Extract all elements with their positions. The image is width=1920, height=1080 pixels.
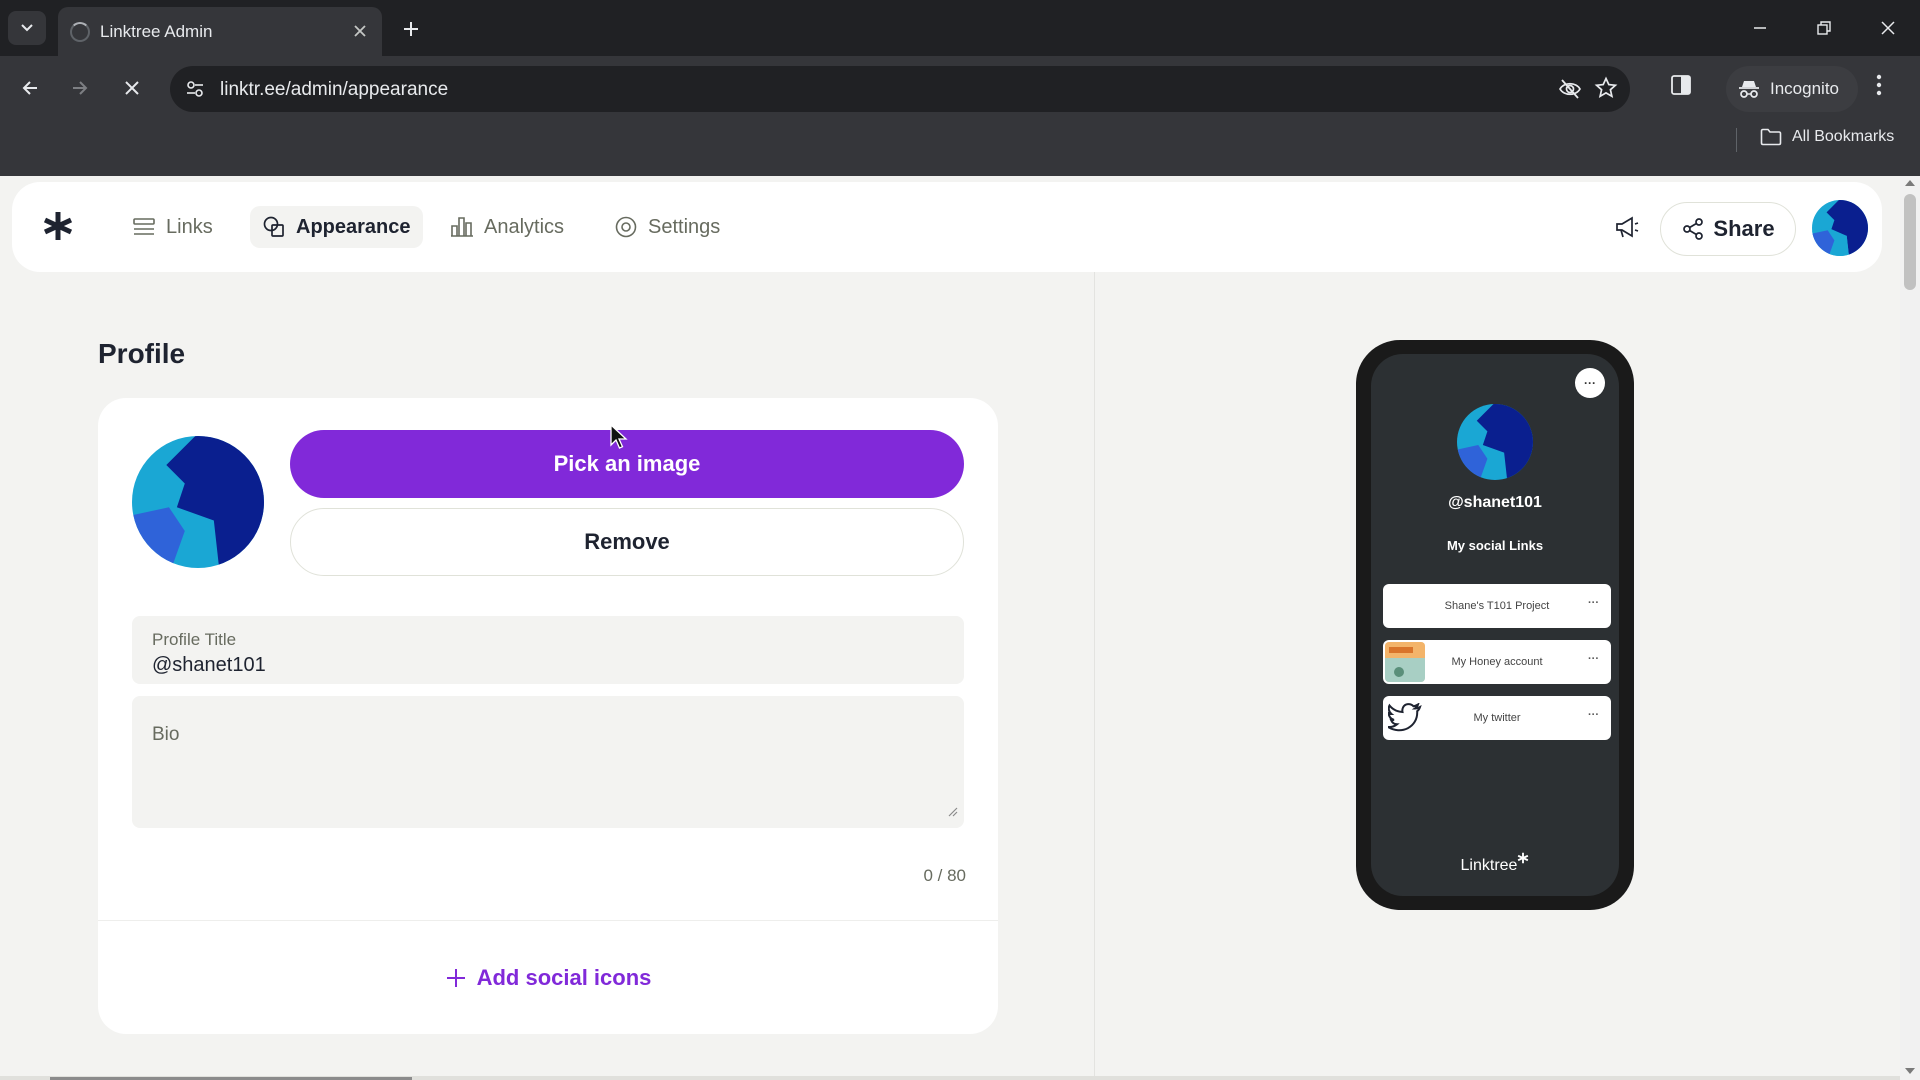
resize-grip-icon[interactable] — [946, 804, 958, 822]
megaphone-button[interactable] — [1610, 210, 1644, 244]
new-tab-button[interactable] — [396, 14, 426, 44]
preview-link-label: My twitter — [1473, 712, 1521, 724]
url-text[interactable]: linktr.ee/admin/appearance — [220, 79, 448, 101]
all-bookmarks-label: All Bookmarks — [1792, 128, 1895, 145]
preview-link-label: Shane's T101 Project — [1444, 600, 1550, 612]
nav-appearance-label: Appearance — [296, 215, 411, 238]
profile-title-value[interactable]: @shanet101 — [152, 654, 266, 677]
close-icon — [125, 81, 139, 95]
nav-settings-label: Settings — [648, 215, 721, 238]
bio-character-counter: 0 / 80 — [923, 866, 966, 885]
star-icon[interactable] — [1594, 76, 1618, 105]
preview-link-menu[interactable]: ··· — [1588, 709, 1599, 721]
eye-slash-icon[interactable] — [1558, 77, 1582, 106]
page-scrollbar[interactable] — [1900, 176, 1920, 1080]
tab-close-button[interactable] — [348, 19, 372, 43]
profile-title-field[interactable]: Profile Title @shanet101 — [132, 616, 964, 684]
preview-link[interactable]: Shane's T101 Project ··· — [1383, 584, 1611, 628]
nav-links[interactable]: Links — [120, 206, 225, 248]
preview-avatar — [1457, 404, 1533, 480]
incognito-badge[interactable]: Incognito — [1726, 66, 1858, 112]
profile-avatar — [132, 436, 264, 568]
preview-link-menu[interactable]: ··· — [1588, 653, 1599, 665]
preview-footer: Linktree — [1371, 852, 1619, 875]
admin-top-nav: Links Appearance Analytics Settings Shar… — [12, 182, 1882, 272]
all-bookmarks-button[interactable]: All Bookmarks — [1760, 128, 1894, 146]
nav-links-label: Links — [166, 215, 213, 238]
restore-button[interactable] — [1804, 10, 1844, 46]
chevron-down-icon — [21, 24, 33, 32]
megaphone-icon — [1616, 216, 1639, 238]
incognito-label: Incognito — [1770, 79, 1839, 98]
minimize-button[interactable] — [1740, 10, 1780, 46]
folder-icon — [1760, 128, 1782, 146]
bar-chart-icon — [451, 217, 473, 237]
browser-tab[interactable]: Linktree Admin — [58, 7, 382, 56]
phone-preview: ··· @shanet101 My social Links Shane's T… — [1356, 340, 1634, 910]
mouse-cursor-icon — [610, 423, 628, 455]
share-button[interactable]: Share — [1660, 202, 1796, 256]
arrow-left-icon — [22, 81, 37, 95]
card-divider — [98, 920, 998, 921]
arrow-right-icon — [73, 81, 88, 95]
close-window-button[interactable] — [1868, 10, 1908, 46]
site-settings-icon[interactable] — [182, 76, 208, 102]
preview-bio: My social Links — [1446, 538, 1544, 553]
nav-analytics[interactable]: Analytics — [438, 206, 576, 248]
browser-menu-icon[interactable] — [1876, 74, 1882, 101]
add-social-icons-button[interactable]: Add social icons — [98, 954, 998, 1002]
browser-tab-bar: Linktree Admin — [0, 0, 1920, 56]
bio-placeholder: Bio — [152, 724, 180, 745]
linktree-asterisk-icon — [1518, 852, 1529, 864]
share-icon — [1683, 218, 1704, 240]
address-bar[interactable]: linktr.ee/admin/appearance — [170, 66, 1630, 112]
plus-icon — [404, 22, 418, 36]
bio-textarea[interactable]: Bio — [132, 696, 964, 828]
scroll-thumb[interactable] — [1904, 194, 1916, 290]
preview-link[interactable]: My twitter ··· — [1383, 696, 1611, 740]
close-icon — [354, 25, 366, 37]
nav-settings[interactable]: Settings — [602, 206, 732, 248]
account-avatar[interactable] — [1812, 200, 1868, 256]
remove-image-button[interactable]: Remove — [290, 508, 964, 576]
linktree-wordmark: Linktree — [1460, 857, 1518, 874]
plus-icon — [446, 969, 465, 987]
side-panel-icon[interactable] — [1670, 74, 1692, 101]
browser-toolbar: linktr.ee/admin/appearance Incognito All… — [0, 56, 1920, 176]
loading-spinner-icon — [70, 22, 90, 42]
nav-analytics-label: Analytics — [484, 215, 565, 238]
preview-link-label: My Honey account — [1451, 656, 1543, 668]
restore-icon — [1817, 21, 1831, 35]
tab-title: Linktree Admin — [100, 22, 213, 41]
nav-appearance[interactable]: Appearance — [250, 206, 423, 248]
gear-icon — [615, 216, 637, 238]
tab-search-button[interactable] — [8, 11, 46, 45]
preview-link[interactable]: My Honey account ··· — [1383, 640, 1611, 684]
share-label: Share — [1713, 216, 1775, 241]
incognito-icon — [1739, 81, 1759, 98]
close-icon — [1881, 21, 1895, 35]
profile-card: Pick an image Remove Profile Title @shan… — [98, 398, 998, 1034]
minimize-icon — [1754, 27, 1766, 29]
phone-screen: ··· @shanet101 My social Links Shane's T… — [1371, 354, 1619, 896]
back-button[interactable] — [12, 70, 48, 106]
profile-heading: Profile — [98, 338, 186, 369]
list-icon — [133, 218, 155, 235]
preview-link-menu[interactable]: ··· — [1588, 597, 1599, 609]
linktree-admin-page: Links Appearance Analytics Settings Shar… — [0, 176, 1920, 1080]
panel-divider — [1094, 272, 1095, 1080]
preview-handle: @shanet101 — [1448, 494, 1542, 511]
profile-title-label: Profile Title — [152, 630, 237, 649]
bookmarks-divider — [1736, 128, 1737, 152]
shapes-icon — [263, 216, 284, 237]
scroll-up-arrow-icon[interactable] — [1905, 180, 1915, 186]
scroll-down-arrow-icon[interactable] — [1905, 1068, 1915, 1074]
linktree-logo-icon[interactable] — [42, 210, 74, 247]
stop-loading-button[interactable] — [114, 70, 150, 106]
add-social-icons-label: Add social icons — [476, 965, 652, 990]
preview-menu-button[interactable]: ··· — [1575, 368, 1605, 398]
forward-button[interactable] — [62, 70, 98, 106]
